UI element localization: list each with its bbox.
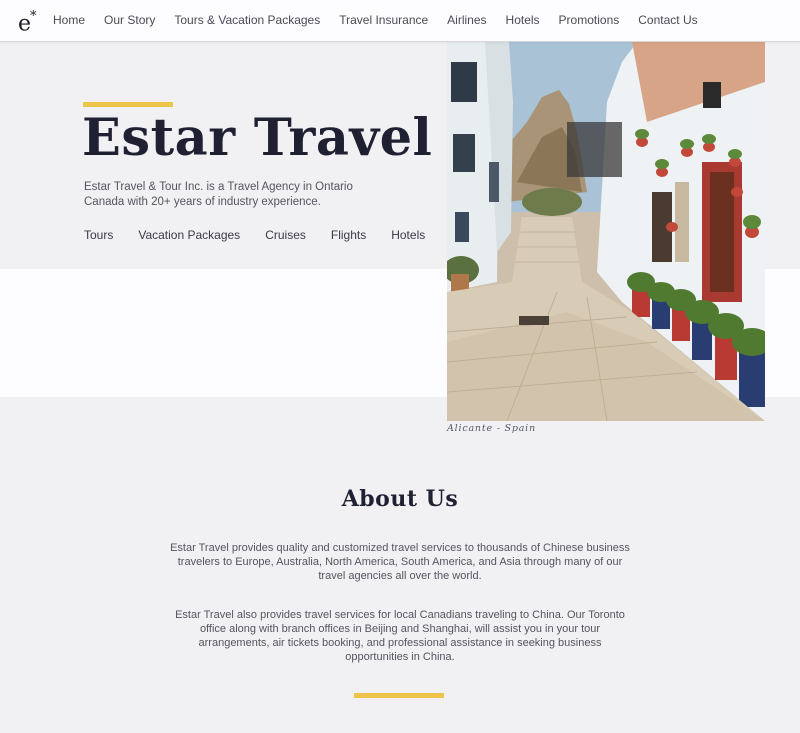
hero-quick-links: Tours Vacation Packages Cruises Flights …: [84, 228, 450, 242]
photo-caption: Alicante - Spain: [447, 423, 536, 434]
hero-link-flights[interactable]: Flights: [331, 228, 366, 242]
hero-photo: [447, 42, 765, 421]
hero-link-tours[interactable]: Tours: [84, 228, 113, 242]
hero-link-cruises[interactable]: Cruises: [265, 228, 306, 242]
top-navbar: e* Home Our Story Tours & Vacation Packa…: [0, 0, 800, 42]
about-title: About Us: [341, 486, 459, 512]
hero-link-vacation-packages[interactable]: Vacation Packages: [138, 228, 240, 242]
main-menu: Home Our Story Tours & Vacation Packages…: [53, 13, 717, 28]
nav-airlines[interactable]: Airlines: [447, 13, 486, 28]
about-accent-bar: [354, 693, 444, 698]
logo[interactable]: e*: [18, 6, 38, 37]
nav-our-story[interactable]: Our Story: [104, 13, 155, 28]
about-paragraph-2: Estar Travel also provides travel servic…: [175, 609, 625, 663]
hero-link-hotels[interactable]: Hotels: [391, 228, 425, 242]
hero-title: Estar Travel: [82, 108, 433, 168]
nav-hotels[interactable]: Hotels: [506, 13, 540, 28]
about-paragraph-1: Estar Travel provides quality and custom…: [170, 542, 630, 582]
nav-travel-insurance[interactable]: Travel Insurance: [339, 13, 428, 28]
hero-description: Estar Travel & Tour Inc. is a Travel Age…: [84, 181, 353, 208]
nav-tours-vacation-packages[interactable]: Tours & Vacation Packages: [174, 13, 320, 28]
nav-contact-us[interactable]: Contact Us: [638, 13, 697, 28]
nav-promotions[interactable]: Promotions: [559, 13, 620, 28]
hero-accent-bar: [83, 102, 173, 107]
logo-star-icon: *: [30, 9, 37, 24]
nav-home[interactable]: Home: [53, 13, 85, 28]
